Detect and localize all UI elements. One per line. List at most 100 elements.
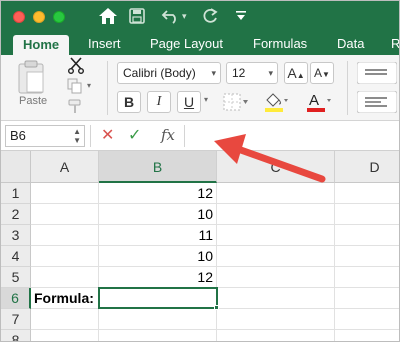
- align-left-icon[interactable]: [356, 90, 398, 118]
- row-header-8[interactable]: 8: [1, 330, 31, 341]
- font-color-icon[interactable]: A: [305, 91, 333, 118]
- cell-b1[interactable]: 12: [99, 183, 217, 204]
- insert-function-button[interactable]: fx: [161, 125, 175, 145]
- cell-b7[interactable]: [99, 309, 217, 330]
- undo-icon[interactable]: [161, 5, 181, 27]
- enter-checkmark-icon[interactable]: ✓: [128, 126, 141, 146]
- name-box[interactable]: B6 ▲ ▼: [5, 125, 85, 147]
- format-painter-icon[interactable]: [67, 99, 83, 120]
- formula-bar-separator: [184, 125, 185, 147]
- cell-d7[interactable]: [335, 309, 399, 330]
- close-window-button[interactable]: [13, 11, 25, 23]
- row-header-4[interactable]: 4: [1, 246, 31, 267]
- cell-a3[interactable]: [31, 225, 99, 246]
- column-header-a[interactable]: A: [31, 151, 99, 183]
- grow-font-label: A: [287, 65, 297, 81]
- cell-c2[interactable]: [217, 204, 335, 225]
- underline-button[interactable]: U: [177, 91, 201, 113]
- row-header-6[interactable]: 6: [1, 288, 31, 309]
- align-top-icon[interactable]: [356, 61, 398, 89]
- save-icon[interactable]: [129, 5, 145, 27]
- column-header-d[interactable]: D: [335, 151, 399, 183]
- cell-a1[interactable]: [31, 183, 99, 204]
- tab-home[interactable]: Home: [13, 35, 70, 57]
- tab-insert[interactable]: Insert: [88, 33, 121, 55]
- fill-handle[interactable]: [214, 305, 219, 310]
- redo-icon[interactable]: [201, 5, 219, 27]
- cell-b2[interactable]: 10: [99, 204, 217, 225]
- cell-a6[interactable]: Formula:: [31, 288, 99, 309]
- row-header-5[interactable]: 5: [1, 267, 31, 288]
- font-size-value: 12: [232, 66, 246, 80]
- svg-text:A: A: [309, 92, 319, 109]
- cell-a2[interactable]: [31, 204, 99, 225]
- tab-review[interactable]: R: [391, 33, 399, 55]
- column-header-b[interactable]: B: [99, 151, 217, 183]
- row-header-3[interactable]: 3: [1, 225, 31, 246]
- select-all-corner[interactable]: [1, 151, 31, 183]
- cell-c5[interactable]: [217, 267, 335, 288]
- cell-a7[interactable]: [31, 309, 99, 330]
- copy-dropdown-icon[interactable]: ▾: [87, 81, 91, 90]
- home-icon[interactable]: [98, 5, 118, 27]
- cell-a5[interactable]: [31, 267, 99, 288]
- maximize-window-button[interactable]: [53, 11, 65, 23]
- ribbon-tabs: Home Insert Page Layout Formulas Data R: [1, 33, 399, 57]
- paste-label: Paste: [19, 95, 48, 107]
- column-header-c[interactable]: C: [217, 151, 335, 183]
- cut-icon[interactable]: [67, 56, 85, 79]
- cell-d3[interactable]: [335, 225, 399, 246]
- font-size-dropdown[interactable]: 12 ▾: [226, 62, 278, 84]
- chevron-down-icon: ▾: [211, 68, 216, 78]
- cancel-icon[interactable]: ✕: [101, 126, 114, 146]
- italic-button[interactable]: I: [147, 91, 171, 113]
- formula-bar: B6 ▲ ▼ ✕ ✓ fx: [1, 121, 399, 151]
- fill-color-icon[interactable]: [263, 91, 289, 118]
- formula-bar-separator: [90, 125, 91, 147]
- row-header-7[interactable]: 7: [1, 309, 31, 330]
- row-header-1[interactable]: 1: [1, 183, 31, 204]
- grow-font-button[interactable]: A▲: [284, 62, 308, 84]
- formula-input[interactable]: [187, 125, 397, 147]
- shrink-font-label: A: [314, 66, 323, 80]
- cell-b8[interactable]: [99, 330, 217, 341]
- tab-formulas[interactable]: Formulas: [253, 33, 307, 55]
- caret-down-icon: ▼: [322, 70, 330, 79]
- cell-d1[interactable]: [335, 183, 399, 204]
- cell-d5[interactable]: [335, 267, 399, 288]
- paste-icon[interactable]: [15, 59, 47, 100]
- minimize-window-button[interactable]: [33, 11, 45, 23]
- cell-d2[interactable]: [335, 204, 399, 225]
- underline-dropdown-icon[interactable]: ▾: [204, 95, 208, 104]
- active-cell-selection[interactable]: [98, 287, 218, 309]
- tab-data[interactable]: Data: [337, 33, 364, 55]
- cell-a4[interactable]: [31, 246, 99, 267]
- cell-c3[interactable]: [217, 225, 335, 246]
- ribbon: Paste ▾ Calibri (Body) ▾ 12 ▾ A▲ A▼ B I: [1, 55, 399, 121]
- cell-c4[interactable]: [217, 246, 335, 267]
- cell-d8[interactable]: [335, 330, 399, 341]
- cell-b4[interactable]: 10: [99, 246, 217, 267]
- cell-c7[interactable]: [217, 309, 335, 330]
- borders-icon[interactable]: [223, 93, 249, 116]
- cell-c8[interactable]: [217, 330, 335, 341]
- bold-button[interactable]: B: [117, 91, 141, 113]
- cell-c6[interactable]: [217, 288, 335, 309]
- row-header-2[interactable]: 2: [1, 204, 31, 225]
- undo-dropdown-icon[interactable]: ▾: [182, 5, 187, 27]
- cell-b3[interactable]: 11: [99, 225, 217, 246]
- font-family-dropdown[interactable]: Calibri (Body) ▾: [117, 62, 221, 84]
- cell-d4[interactable]: [335, 246, 399, 267]
- name-box-spinner-icon[interactable]: ▲ ▼: [73, 127, 81, 145]
- cell-a8[interactable]: [31, 330, 99, 341]
- customize-toolbar-icon[interactable]: [235, 5, 247, 27]
- shrink-font-button[interactable]: A▼: [310, 62, 334, 84]
- caret-up-icon: ▲: [296, 71, 305, 80]
- cell-d6[interactable]: [335, 288, 399, 309]
- excel-window: ▾ Home Insert Page Layout Formulas Data …: [0, 0, 400, 342]
- font-family-value: Calibri (Body): [123, 66, 196, 80]
- cell-b5[interactable]: 12: [99, 267, 217, 288]
- cell-c1[interactable]: [217, 183, 335, 204]
- tab-page-layout[interactable]: Page Layout: [150, 33, 223, 55]
- copy-icon[interactable]: [67, 78, 83, 99]
